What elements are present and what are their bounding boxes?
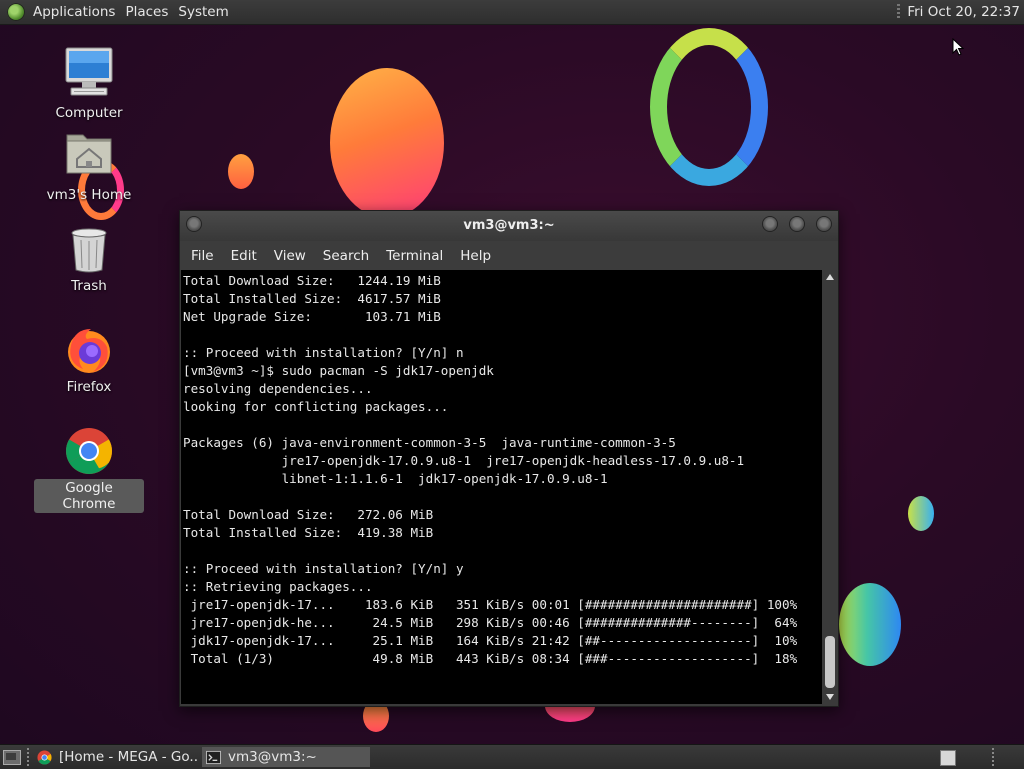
top-panel: Applications Places System Fri Oct 20, 2… bbox=[0, 0, 1024, 25]
menu-edit[interactable]: Edit bbox=[224, 248, 267, 264]
wallpaper-small-orange-dot bbox=[228, 154, 254, 189]
menu-file[interactable]: File bbox=[184, 248, 224, 264]
scroll-up-arrow-icon[interactable] bbox=[826, 274, 834, 280]
taskbar-item-terminal[interactable]: vm3@vm3:~ bbox=[202, 747, 370, 767]
terminal-menubar: File Edit View Search Terminal Help bbox=[180, 241, 838, 271]
terminal-line: :: Proceed with installation? [Y/n] n bbox=[183, 345, 464, 360]
panel-handle[interactable] bbox=[897, 4, 901, 20]
desktop-icon-chrome[interactable]: Google Chrome bbox=[34, 426, 144, 513]
maximize-button[interactable] bbox=[790, 217, 804, 231]
window-title: vm3@vm3:~ bbox=[463, 218, 555, 233]
menu-help[interactable]: Help bbox=[453, 248, 501, 264]
terminal-line: jre17-openjdk-17.0.9.u8-1 jre17-openjdk-… bbox=[183, 453, 745, 468]
menu-search[interactable]: Search bbox=[316, 248, 379, 264]
terminal-line: libnet-1:1.1.6-1 jdk17-openjdk-17.0.9.u8… bbox=[183, 471, 608, 486]
desktop-icon-computer[interactable]: Computer bbox=[34, 45, 144, 122]
wallpaper-blue-dot bbox=[908, 496, 934, 531]
terminal-line: jre17-openjdk-17... 183.6 KiB 351 KiB/s … bbox=[183, 597, 798, 612]
desktop-icon-label: Trash bbox=[71, 278, 107, 294]
mouse-cursor-icon bbox=[952, 38, 964, 56]
panel-separator bbox=[27, 748, 29, 766]
terminal-line: jre17-openjdk-he... 24.5 MiB 298 KiB/s 0… bbox=[183, 615, 798, 630]
scroll-down-arrow-icon[interactable] bbox=[826, 694, 834, 700]
desktop-icon-home[interactable]: vm3's Home bbox=[34, 127, 144, 204]
terminal-text: Total Download Size: 1244.19 MiB Total In… bbox=[181, 270, 822, 668]
terminal-line: Net Upgrade Size: 103.71 MiB bbox=[183, 309, 441, 324]
trash-icon bbox=[61, 226, 117, 274]
show-desktop-icon[interactable] bbox=[3, 750, 21, 765]
terminal-line: Total Download Size: 272.06 MiB bbox=[183, 507, 434, 522]
terminal-line: looking for conflicting packages... bbox=[183, 399, 449, 414]
chrome-icon bbox=[37, 749, 52, 765]
firefox-icon bbox=[61, 325, 117, 375]
desktop-icon-label: Computer bbox=[55, 105, 123, 121]
terminal-line: jdk17-openjdk-17... 25.1 MiB 164 KiB/s 2… bbox=[183, 633, 798, 648]
scrollbar-thumb[interactable] bbox=[825, 636, 835, 688]
terminal-line: :: Proceed with installation? [Y/n] y bbox=[183, 561, 464, 576]
terminal-window[interactable]: vm3@vm3:~ File Edit View Search Terminal… bbox=[179, 210, 839, 707]
computer-icon bbox=[61, 45, 117, 101]
wallpaper-ring bbox=[650, 28, 768, 186]
wallpaper-orange-bubble bbox=[330, 68, 444, 218]
bottom-panel: [Home - MEGA - Go... vm3@vm3:~ bbox=[0, 744, 1024, 769]
terminal-output[interactable]: Total Download Size: 1244.19 MiB Total In… bbox=[181, 270, 822, 704]
terminal-line: [vm3@vm3 ~]$ sudo pacman -S jdk17-openjd… bbox=[183, 363, 494, 378]
terminal-line: Total (1/3) 49.8 MiB 443 KiB/s 08:34 [##… bbox=[183, 651, 798, 666]
home-folder-icon bbox=[61, 127, 117, 183]
clock[interactable]: Fri Oct 20, 22:37 bbox=[907, 4, 1024, 20]
terminal-line: :: Retrieving packages... bbox=[183, 579, 373, 594]
desktop-icon-label: Firefox bbox=[66, 379, 112, 395]
terminal-line: Total Installed Size: 4617.57 MiB bbox=[183, 291, 441, 306]
menu-terminal[interactable]: Terminal bbox=[379, 248, 453, 264]
close-button[interactable] bbox=[817, 217, 831, 231]
panel-separator bbox=[992, 748, 994, 766]
taskbar-item-label: [Home - MEGA - Go... bbox=[59, 749, 199, 765]
menu-view[interactable]: View bbox=[267, 248, 316, 264]
desktop-icon-trash[interactable]: Trash bbox=[34, 226, 144, 295]
terminal-line: Total Download Size: 1244.19 MiB bbox=[183, 273, 441, 288]
wallpaper-green-blue-bubble bbox=[839, 583, 901, 666]
terminal-line: Total Installed Size: 419.38 MiB bbox=[183, 525, 434, 540]
taskbar-item-label: vm3@vm3:~ bbox=[228, 749, 317, 765]
minimize-button[interactable] bbox=[763, 217, 777, 231]
terminal-line: resolving dependencies... bbox=[183, 381, 373, 396]
applications-menu[interactable]: Applications bbox=[31, 4, 123, 20]
desktop-icon-label: vm3's Home bbox=[46, 187, 132, 203]
window-titlebar[interactable]: vm3@vm3:~ bbox=[180, 211, 838, 241]
clock-area: Fri Oct 20, 22:37 bbox=[897, 0, 1024, 24]
distro-logo-icon[interactable] bbox=[7, 3, 25, 21]
desktop-icon-firefox[interactable]: Firefox bbox=[34, 325, 144, 396]
workspace-switcher[interactable] bbox=[940, 750, 956, 766]
taskbar-item-chrome[interactable]: [Home - MEGA - Go... bbox=[33, 747, 199, 767]
desktop-icon-label: Google Chrome bbox=[34, 479, 144, 513]
chrome-icon bbox=[61, 426, 117, 476]
places-menu[interactable]: Places bbox=[123, 4, 176, 20]
terminal-icon bbox=[206, 750, 221, 764]
terminal-line: Packages (6) java-environment-common-3-5… bbox=[183, 435, 676, 450]
terminal-scrollbar[interactable] bbox=[823, 270, 837, 704]
system-menu[interactable]: System bbox=[176, 4, 236, 20]
